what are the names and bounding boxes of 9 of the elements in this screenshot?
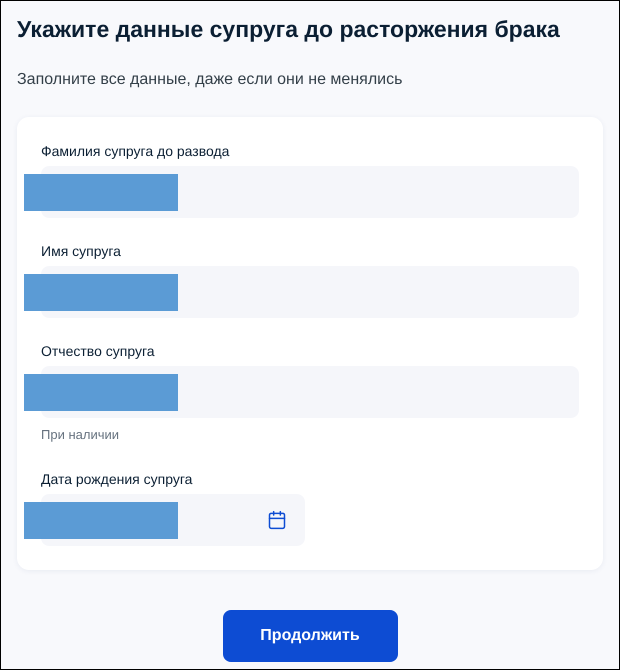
field-hint: При наличии (41, 426, 120, 444)
continue-button[interactable]: Продолжить (222, 610, 398, 662)
page-subtitle: Заполните все данные, даже если они не менялись (17, 70, 404, 90)
calendar-icon[interactable] (267, 510, 287, 530)
field-label: Дата рождения супруга (41, 470, 194, 489)
field-label: Имя супруга (41, 242, 122, 261)
field-label: Фамилия супруга до развода (41, 142, 230, 161)
field-label: Отчество супруга (41, 342, 156, 361)
page-title: Укажите данные супруга до расторжения брака (17, 15, 561, 43)
